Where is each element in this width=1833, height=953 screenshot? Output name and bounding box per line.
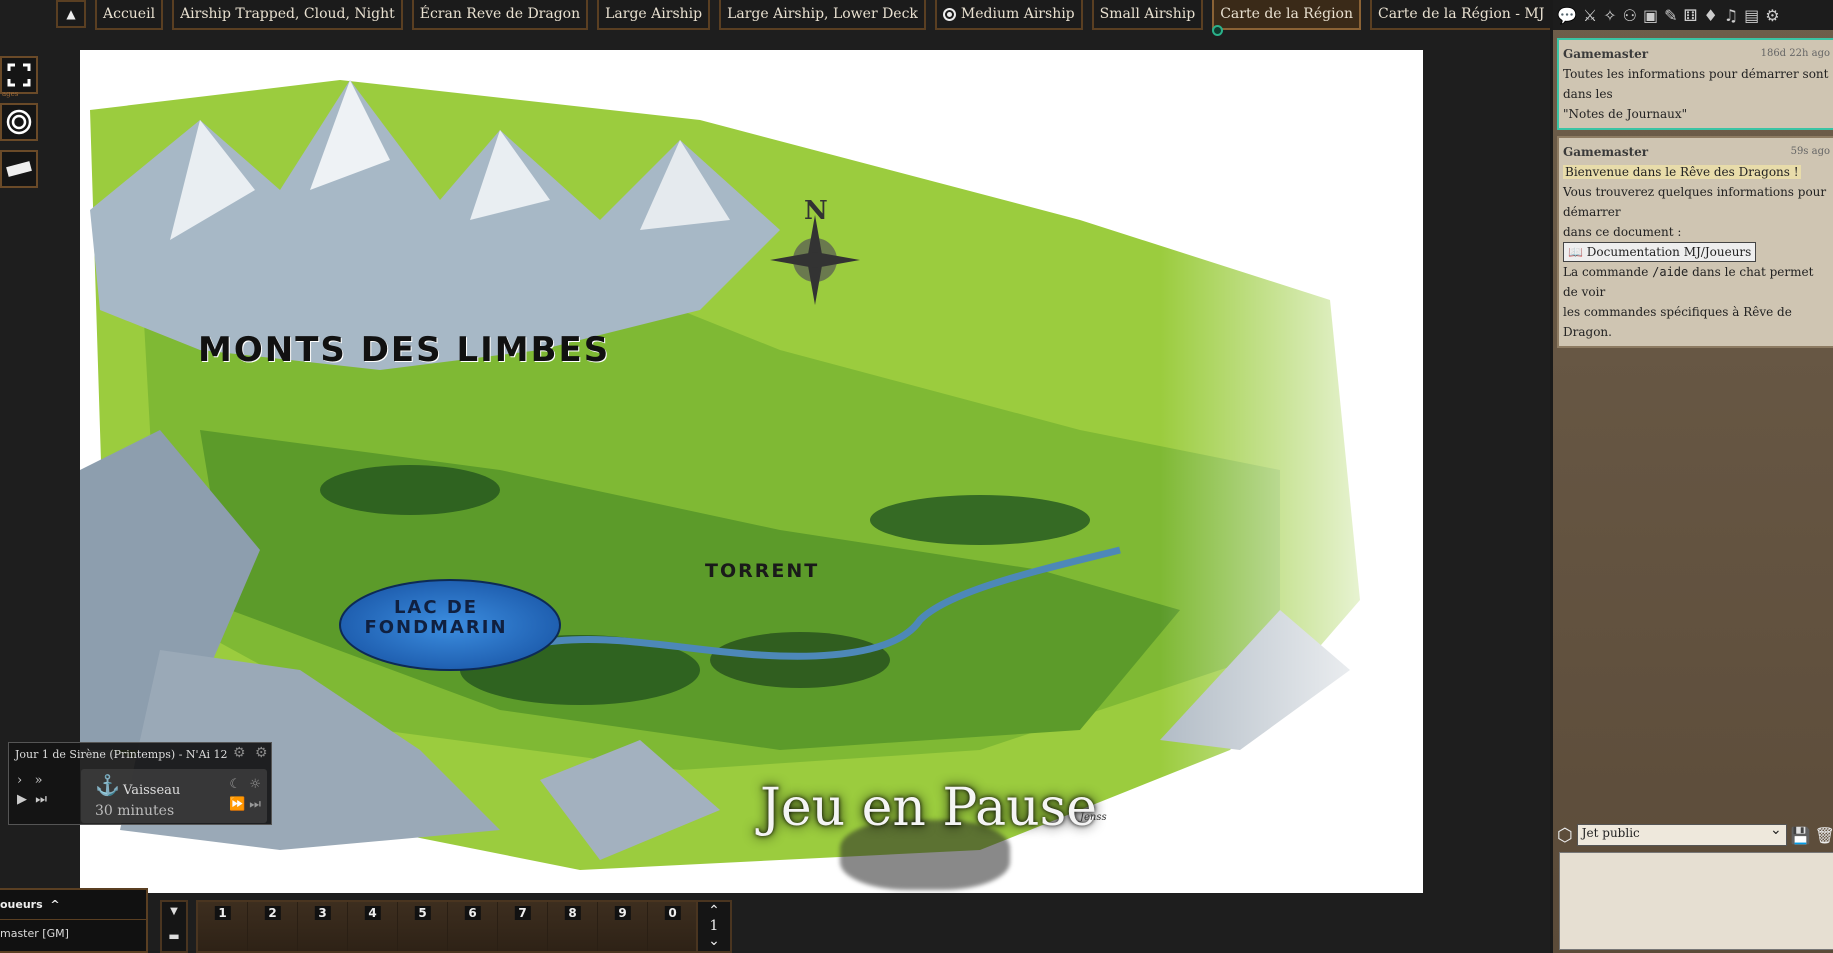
target-button[interactable]	[0, 103, 38, 141]
map-canvas[interactable]: MONTS DES LIMBES TORRENT LAC DE FONDMARI…	[80, 50, 1423, 893]
chat-tab-icon[interactable]: 💬	[1557, 6, 1577, 25]
cards-tab-icon[interactable]: ♦	[1703, 6, 1717, 25]
hotbar-slot[interactable]: 0	[648, 902, 698, 951]
chat-controls: ⬡ Jet public 💾 🗑	[1557, 822, 1833, 848]
target-icon	[6, 109, 32, 135]
caret-up-icon: ▲	[66, 7, 76, 21]
calendar-date: Jour 1 de Sirène (Printemps) - N'Ai 12	[15, 748, 228, 761]
chat-timestamp: 59s ago	[1790, 146, 1830, 157]
forward-icon[interactable]: ⏩	[229, 797, 245, 812]
calendar-location: Vaisseau	[123, 783, 181, 798]
documentation-link[interactable]: 📖 Documentation MJ/Joueurs	[1563, 242, 1757, 262]
compendium-tab-icon[interactable]: ▤	[1744, 6, 1759, 25]
hotbar-slot[interactable]: 3	[298, 902, 348, 951]
skip-forward-icon[interactable]: ⏭	[249, 797, 261, 812]
calendar-time: 30 minutes	[95, 803, 175, 819]
sun-icon[interactable]: ☼	[249, 777, 261, 792]
calendar-panel: ⚓ Vaisseau 30 minutes ☾ ☼ ⏩ ⏭	[81, 769, 267, 823]
chat-log: Gamemaster 186d 22h ago Toutes les infor…	[1557, 38, 1833, 354]
hotbar-slot[interactable]: 6	[448, 902, 498, 951]
caret-down-icon[interactable]: ▼	[162, 906, 186, 917]
tables-tab-icon[interactable]: ⚅	[1684, 6, 1698, 25]
book-icon: 📖	[1568, 245, 1583, 259]
combat-tab-icon[interactable]: ⚔	[1583, 6, 1597, 25]
scene-navigation: ▲ Accueil Airship Trapped, Cloud, Night …	[0, 0, 1553, 36]
scene-tab-small-airship[interactable]: Small Airship	[1091, 0, 1204, 30]
time-controls: › » ▶ ⏭	[17, 773, 77, 807]
chat-command: /aide	[1652, 265, 1689, 279]
hotbar-slot[interactable]: 7	[498, 902, 548, 951]
scene-tab-carte-region-mj[interactable]: Carte de la Région - MJ	[1370, 0, 1553, 30]
scene-tab-medium-airship[interactable]: Medium Airship	[934, 0, 1083, 30]
map-label-mountains: MONTS DES LIMBES	[198, 330, 611, 370]
roll-mode-select[interactable]: Jet public	[1576, 822, 1787, 846]
moon-icon[interactable]: ☾	[229, 777, 241, 792]
playlists-tab-icon[interactable]: ♫	[1724, 6, 1738, 25]
sidebar-tabs: 💬 ⚔ ✧ ⚇ ▣ ✎ ⚅ ♦ ♫ ▤ ⚙	[1553, 0, 1833, 30]
hotbar-slot[interactable]: 5	[398, 902, 448, 951]
scene-tab-airship-trapped[interactable]: Airship Trapped, Cloud, Night	[172, 0, 403, 30]
region-map-illustration	[80, 50, 1423, 893]
player-item: master [GM]	[0, 927, 69, 940]
items-tab-icon[interactable]: ▣	[1643, 6, 1658, 25]
play-icon[interactable]: ▶	[17, 792, 27, 807]
chevron-down-icon[interactable]: ⌄	[698, 934, 730, 949]
hotbar-slot[interactable]: 8	[548, 902, 598, 951]
artist-signature: Jenss	[1080, 812, 1107, 823]
chat-message-input[interactable]	[1559, 852, 1833, 950]
chat-message: Gamemaster 186d 22h ago Toutes les infor…	[1557, 38, 1833, 130]
calendar-right-controls: ☾ ☼ ⏩ ⏭	[229, 775, 261, 815]
anchor-icon: ⚓	[95, 773, 120, 797]
calendar-widget: Jour 1 de Sirène (Printemps) - N'Ai 12 ⚙…	[8, 742, 272, 825]
target-ring-icon	[942, 7, 956, 21]
hotbar-slot[interactable]: 4	[348, 902, 398, 951]
map-label-lake: LAC DE FONDMARIN	[364, 597, 508, 638]
folder-icon[interactable]: ▬	[162, 929, 186, 943]
map-label-torrent: TORRENT	[705, 560, 820, 582]
ruler-button[interactable]	[0, 150, 38, 188]
chevron-up-icon: ^	[46, 898, 60, 911]
hotbar-page-control: ⌃ 1 ⌄	[696, 900, 732, 953]
scene-tab-large-airship[interactable]: Large Airship	[597, 0, 711, 30]
players-panel: oueurs ^ master [GM]	[0, 888, 148, 953]
chevron-up-icon[interactable]: ⌃	[698, 904, 730, 919]
scene-list: Accueil Airship Trapped, Cloud, Night Éc…	[95, 0, 1553, 36]
scene-controls: ages	[0, 56, 40, 197]
game-paused-text: Jeu en Pause	[760, 778, 1098, 838]
settings-tab-icon[interactable]: ⚙	[1765, 6, 1779, 25]
compass-north-label: N	[804, 196, 828, 226]
controls-label: ages	[2, 90, 19, 98]
chat-message: Gamemaster 59s ago Bienvenue dans le Rêv…	[1557, 136, 1833, 348]
gear-icon[interactable]: ⚙	[255, 745, 268, 761]
hotbar-menu[interactable]: ▼ ▬	[160, 900, 188, 953]
chat-timestamp: 186d 22h ago	[1760, 48, 1830, 59]
hotbar-slots: 1 2 3 4 5 6 7 8 9 0	[196, 900, 700, 953]
players-header[interactable]: oueurs ^	[0, 890, 146, 920]
scene-nav-toggle[interactable]: ▲	[56, 0, 86, 28]
fullscreen-icon	[7, 63, 31, 87]
scenes-tab-icon[interactable]: ✧	[1603, 6, 1616, 25]
step-forward-icon[interactable]: ›	[17, 773, 22, 788]
macro-hotbar: ▼ ▬ 1 2 3 4 5 6 7 8 9 0 ⌃ 1 ⌄	[160, 900, 735, 953]
fullscreen-button[interactable]	[0, 56, 38, 94]
actors-tab-icon[interactable]: ⚇	[1623, 6, 1637, 25]
hotbar-page-number: 1	[709, 918, 719, 934]
hotbar-slot[interactable]: 9	[598, 902, 648, 951]
hotbar-slot[interactable]: 1	[198, 902, 248, 951]
trash-icon[interactable]: 🗑	[1815, 826, 1833, 845]
scene-tab-large-airship-lower[interactable]: Large Airship, Lower Deck	[719, 0, 926, 30]
gear-icon[interactable]: ⚙	[233, 745, 246, 761]
sidebar: 💬 ⚔ ✧ ⚇ ▣ ✎ ⚅ ♦ ♫ ▤ ⚙ Gamemaster 186d 22…	[1550, 0, 1833, 953]
journal-tab-icon[interactable]: ✎	[1664, 6, 1677, 25]
fast-forward-icon[interactable]: »	[35, 773, 43, 788]
save-icon[interactable]: 💾	[1791, 826, 1811, 845]
scene-tab-accueil[interactable]: Accueil	[95, 0, 164, 30]
skip-end-icon[interactable]: ⏭	[35, 792, 47, 807]
ruler-icon	[6, 161, 32, 177]
scene-tab-ecran-reve[interactable]: Écran Reve de Dragon	[411, 0, 589, 30]
hotbar-slot[interactable]: 2	[248, 902, 298, 951]
scene-tab-carte-region[interactable]: Carte de la Région	[1212, 0, 1361, 36]
active-scene-indicator-icon	[1212, 25, 1224, 36]
dice-icon[interactable]: ⬡	[1557, 825, 1573, 846]
